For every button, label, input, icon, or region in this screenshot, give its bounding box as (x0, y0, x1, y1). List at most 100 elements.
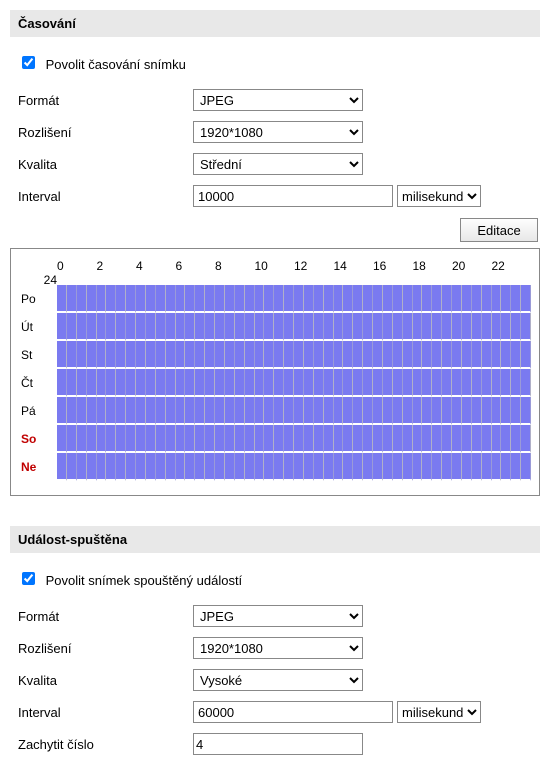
schedule-cell[interactable] (304, 313, 314, 341)
schedule-cell[interactable] (235, 453, 245, 481)
schedule-cell[interactable] (432, 397, 442, 425)
schedule-cell[interactable] (176, 425, 186, 453)
event-capture-input[interactable] (193, 733, 363, 755)
schedule-cell[interactable] (136, 425, 146, 453)
schedule-cell[interactable] (413, 425, 423, 453)
schedule-cell[interactable] (413, 397, 423, 425)
schedule-cell[interactable] (393, 313, 403, 341)
schedule-cell[interactable] (432, 369, 442, 397)
schedule-cell[interactable] (363, 453, 373, 481)
schedule-cell[interactable] (472, 341, 482, 369)
schedule-cell[interactable] (501, 313, 511, 341)
schedule-cell[interactable] (462, 369, 472, 397)
schedule-cell[interactable] (87, 369, 97, 397)
schedule-cell[interactable] (185, 397, 195, 425)
schedule-cell[interactable] (501, 453, 511, 481)
timing-enable-checkbox[interactable] (22, 56, 35, 69)
schedule-cell[interactable] (413, 369, 423, 397)
schedule-cell[interactable] (492, 341, 502, 369)
schedule-cell[interactable] (383, 313, 393, 341)
schedule-cell[interactable] (324, 453, 334, 481)
schedule-cell[interactable] (353, 285, 363, 313)
schedule-cell[interactable] (373, 369, 383, 397)
schedule-cell[interactable] (156, 397, 166, 425)
schedule-cell[interactable] (77, 453, 87, 481)
schedule-cell[interactable] (255, 313, 265, 341)
schedule-cell[interactable] (284, 425, 294, 453)
schedule-cell[interactable] (136, 313, 146, 341)
schedule-cell[interactable] (235, 341, 245, 369)
schedule-cell[interactable] (274, 341, 284, 369)
schedule-cell[interactable] (136, 285, 146, 313)
schedule-cell[interactable] (264, 341, 274, 369)
schedule-cell[interactable] (452, 285, 462, 313)
schedule-cell[interactable] (284, 369, 294, 397)
schedule-cell[interactable] (116, 397, 126, 425)
schedule-cell[interactable] (511, 285, 521, 313)
schedule-cell[interactable] (284, 341, 294, 369)
schedule-cell[interactable] (393, 341, 403, 369)
schedule-cell[interactable] (472, 397, 482, 425)
schedule-cell[interactable] (205, 313, 215, 341)
schedule-cell[interactable] (274, 285, 284, 313)
schedule-cell[interactable] (274, 425, 284, 453)
schedule-cell[interactable] (324, 369, 334, 397)
schedule-cell[interactable] (314, 453, 324, 481)
schedule-cell[interactable] (146, 369, 156, 397)
schedule-cell[interactable] (442, 313, 452, 341)
schedule-cell[interactable] (363, 425, 373, 453)
schedule-cell[interactable] (245, 313, 255, 341)
schedule-cell[interactable] (146, 313, 156, 341)
schedule-cell[interactable] (97, 285, 107, 313)
schedule-cell[interactable] (284, 313, 294, 341)
schedule-cell[interactable] (195, 453, 205, 481)
timing-interval-unit[interactable]: milisekund (397, 185, 481, 207)
schedule-cell[interactable] (255, 425, 265, 453)
schedule-cell[interactable] (146, 425, 156, 453)
schedule-cell[interactable] (67, 397, 77, 425)
event-interval-input[interactable] (193, 701, 393, 723)
schedule-cell[interactable] (492, 369, 502, 397)
schedule-cell[interactable] (166, 369, 176, 397)
schedule-cell[interactable] (77, 341, 87, 369)
schedule-cell[interactable] (304, 369, 314, 397)
schedule-cell[interactable] (106, 425, 116, 453)
schedule-cell[interactable] (67, 313, 77, 341)
schedule-cell[interactable] (403, 425, 413, 453)
schedule-cell[interactable] (255, 453, 265, 481)
schedule-cell[interactable] (87, 285, 97, 313)
schedule-cell[interactable] (225, 313, 235, 341)
schedule-cell[interactable] (334, 453, 344, 481)
schedule-cell[interactable] (324, 313, 334, 341)
schedule-cell[interactable] (452, 453, 462, 481)
schedule-cell[interactable] (205, 425, 215, 453)
schedule-cell[interactable] (215, 397, 225, 425)
schedule-cell[interactable] (215, 425, 225, 453)
schedule-cell[interactable] (452, 313, 462, 341)
schedule-cell[interactable] (245, 397, 255, 425)
schedule-cell[interactable] (363, 285, 373, 313)
schedule-cell[interactable] (403, 397, 413, 425)
schedule-cell[interactable] (264, 453, 274, 481)
schedule-cell[interactable] (67, 453, 77, 481)
timing-quality-select[interactable]: Střední (193, 153, 363, 175)
schedule-cell[interactable] (255, 285, 265, 313)
schedule-cell[interactable] (343, 341, 353, 369)
schedule-cell[interactable] (304, 285, 314, 313)
schedule-cell[interactable] (176, 341, 186, 369)
schedule-cell[interactable] (77, 397, 87, 425)
schedule-cell[interactable] (67, 285, 77, 313)
schedule-cell[interactable] (215, 453, 225, 481)
schedule-cell[interactable] (215, 313, 225, 341)
schedule-cell[interactable] (353, 453, 363, 481)
schedule-cell[interactable] (166, 285, 176, 313)
schedule-grid[interactable]: PoÚtStČtPáSoNe (19, 285, 531, 481)
schedule-cell[interactable] (146, 453, 156, 481)
schedule-cell[interactable] (235, 369, 245, 397)
schedule-cell[interactable] (146, 397, 156, 425)
schedule-cell[interactable] (185, 313, 195, 341)
schedule-cell[interactable] (245, 369, 255, 397)
schedule-cell[interactable] (166, 453, 176, 481)
schedule-cell[interactable] (442, 369, 452, 397)
schedule-cell[interactable] (255, 341, 265, 369)
